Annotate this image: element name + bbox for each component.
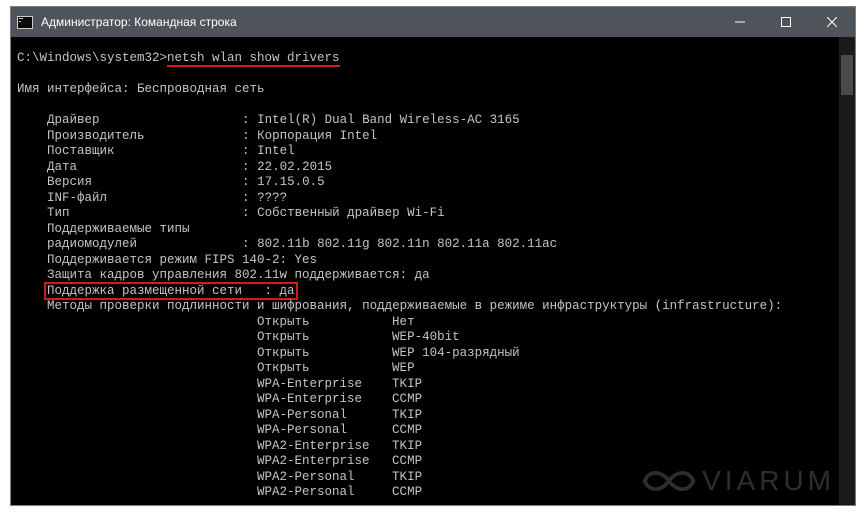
mgmt-frames-line: Защита кадров управления 802.11w поддерж…	[47, 268, 430, 282]
label-inf: INF-файл	[47, 191, 107, 205]
cmd-icon	[17, 16, 33, 29]
interface-line: Имя интерфейса: Беспроводная сеть	[17, 82, 265, 96]
value-date: 22.02.2015	[257, 160, 332, 174]
label-driver: Драйвер	[47, 113, 100, 127]
terminal-client-area: C:\Windows\system32>netsh wlan show driv…	[11, 37, 855, 505]
value-vendor: Корпорация Intel	[257, 129, 377, 143]
label-provider: Поставщик	[47, 144, 115, 158]
vertical-scrollbar[interactable]	[839, 37, 855, 505]
app-icon-wrap	[11, 7, 39, 37]
window-title: Администратор: Командная строка	[39, 15, 237, 29]
label-vendor: Производитель	[47, 129, 145, 143]
typed-command: netsh wlan show drivers	[167, 51, 340, 67]
minimize-button[interactable]	[717, 7, 763, 37]
fips-line: Поддерживается режим FIPS 140-2: Yes	[47, 253, 317, 267]
label-radios2: радиомодулей	[47, 237, 137, 251]
maximize-button[interactable]	[763, 7, 809, 37]
titlebar[interactable]: Администратор: Командная строка	[11, 7, 855, 37]
label-radios1: Поддерживаемые типы	[47, 222, 190, 236]
value-driver: Intel(R) Dual Band Wireless-AC 3165	[257, 113, 520, 127]
auth-header-line: Методы проверки подлинности и шифрования…	[47, 299, 782, 313]
label-type: Тип	[47, 206, 70, 220]
value-provider: Intel	[257, 144, 295, 158]
close-button[interactable]	[809, 7, 855, 37]
value-inf: ????	[257, 191, 287, 205]
label-version: Версия	[47, 175, 92, 189]
command-prompt-window: Администратор: Командная строка C:\Windo…	[10, 6, 856, 506]
terminal-output[interactable]: C:\Windows\system32>netsh wlan show driv…	[17, 51, 837, 501]
hosted-network-line: Поддержка размещенной сети : да	[44, 282, 298, 300]
auth-cipher-table: Открыть Нет Открыть WEP-40bit Открыть WE…	[17, 315, 520, 500]
label-date: Дата	[47, 160, 77, 174]
value-type: Собственный драйвер Wi-Fi	[257, 206, 445, 220]
value-radios: 802.11b 802.11g 802.11n 802.11a 802.11ac	[257, 237, 557, 251]
scroll-thumb[interactable]	[841, 55, 853, 95]
prompt-text: C:\Windows\system32>	[17, 51, 167, 65]
value-version: 17.15.0.5	[257, 175, 325, 189]
